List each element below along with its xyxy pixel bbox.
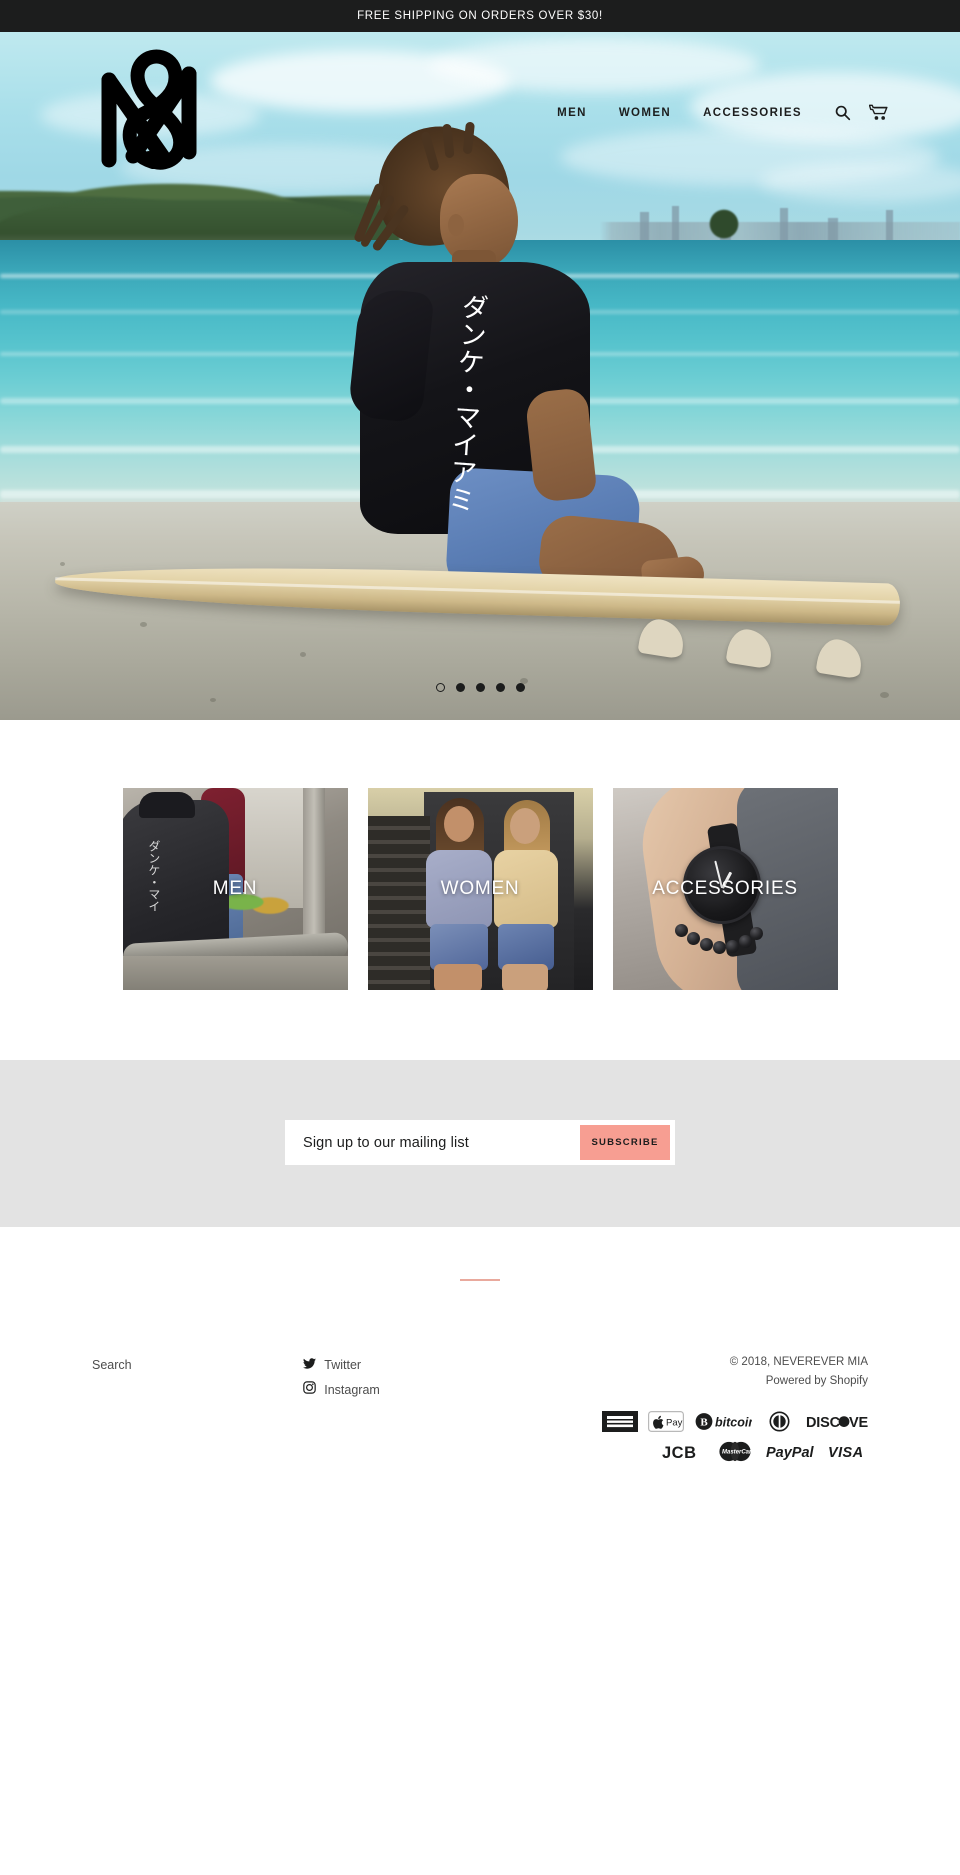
subscribe-button[interactable]: SUBSCRIBE (580, 1125, 670, 1160)
powered-by-text: Powered by Shopify (765, 1374, 868, 1387)
payment-methods: Pay B bitcoin DISC VE JCB MasterCard Pay… (598, 1410, 868, 1462)
social-label-instagram: Instagram (324, 1383, 380, 1397)
logo-nevereverm-mia[interactable] (93, 32, 205, 177)
footer-links-column: Search (92, 1353, 303, 1378)
newsletter-email-input[interactable] (285, 1120, 580, 1165)
collection-tiles: ダンケ・マイ MEN WOMEN ACCESSORIES (0, 720, 960, 1060)
site-footer: Search Twitter Instagram © 2018, NEVEREV… (0, 1227, 960, 1462)
instagram-icon (303, 1378, 317, 1403)
payment-icon-discover: DISC VER (806, 1411, 868, 1432)
announcement-text: FREE SHIPPING ON ORDERS OVER $30! (357, 10, 603, 22)
collection-label-men: MEN (212, 878, 258, 899)
svg-text:B: B (700, 1417, 708, 1429)
collection-tile-accessories[interactable]: ACCESSORIES (612, 788, 838, 990)
svg-text:Pay: Pay (666, 1418, 683, 1429)
slide-dot-1[interactable] (435, 683, 445, 692)
footer-divider (460, 1279, 500, 1281)
person-on-beach: ダンケ・マイアミ (330, 117, 706, 622)
logo-icon (101, 49, 197, 170)
payment-icon-american-express (602, 1410, 638, 1432)
twitter-icon (303, 1353, 317, 1378)
slide-dot-3[interactable] (475, 683, 485, 692)
slideshow-pagination[interactable] (0, 683, 960, 692)
search-icon[interactable] (834, 104, 851, 121)
social-link-instagram[interactable]: Instagram (303, 1378, 598, 1403)
footer-link-search[interactable]: Search (92, 1358, 132, 1372)
site-header: MEN WOMEN ACCESSORIES (0, 32, 960, 197)
collection-label-women: WOMEN (440, 878, 520, 899)
slide-dot-2[interactable] (455, 683, 465, 692)
collection-tile-men[interactable]: ダンケ・マイ MEN (122, 788, 348, 990)
payment-icon-apple-pay: Pay (648, 1410, 684, 1432)
footer-columns: Search Twitter Instagram © 2018, NEVEREV… (0, 1353, 960, 1462)
svg-text:JCB: JCB (662, 1444, 697, 1462)
nav-item-accessories[interactable]: ACCESSORIES (687, 107, 818, 119)
slide-dot-4[interactable] (495, 683, 505, 692)
payment-icon-visa: VISA (828, 1441, 868, 1462)
main-navigation[interactable]: MEN WOMEN ACCESSORIES (541, 104, 888, 121)
svg-text:DISC: DISC (806, 1415, 841, 1431)
ear (448, 214, 464, 236)
svg-text:MasterCard: MasterCard (722, 1450, 755, 1456)
collection-tile-women[interactable]: WOMEN (367, 788, 593, 990)
nav-item-men[interactable]: MEN (541, 107, 603, 119)
footer-social-column: Twitter Instagram (303, 1353, 598, 1403)
footer-legal-column: © 2018, NEVEREVER MIA Powered by Shopify (598, 1353, 868, 1462)
copyright-text: © 2018, NEVEREVER MIA (729, 1356, 868, 1368)
payment-icon-paypal: PayPal (766, 1441, 818, 1462)
newsletter-form[interactable]: SUBSCRIBE (285, 1120, 675, 1165)
svg-text:VER: VER (849, 1415, 868, 1431)
payment-icon-bitcoin: B bitcoin (694, 1411, 752, 1432)
social-label-twitter: Twitter (324, 1358, 362, 1372)
nav-item-women[interactable]: WOMEN (603, 107, 687, 119)
svg-text:VISA: VISA (828, 1445, 863, 1461)
newsletter-section: SUBSCRIBE (0, 1060, 960, 1227)
collection-label-accessories: ACCESSORIES (652, 878, 798, 899)
arm (524, 387, 598, 503)
cart-icon[interactable] (869, 104, 888, 121)
slide-dot-5[interactable] (515, 683, 525, 692)
svg-text:PayPal: PayPal (766, 1445, 815, 1461)
payment-icon-jcb: JCB (662, 1441, 704, 1462)
announcement-bar: FREE SHIPPING ON ORDERS OVER $30! (0, 0, 960, 32)
payment-icon-diners-club (762, 1411, 796, 1432)
payment-icon-mastercard: MasterCard (714, 1441, 756, 1462)
svg-text:bitcoin: bitcoin (715, 1415, 752, 1429)
social-link-twitter[interactable]: Twitter (303, 1353, 598, 1378)
palm-tree (700, 200, 748, 240)
